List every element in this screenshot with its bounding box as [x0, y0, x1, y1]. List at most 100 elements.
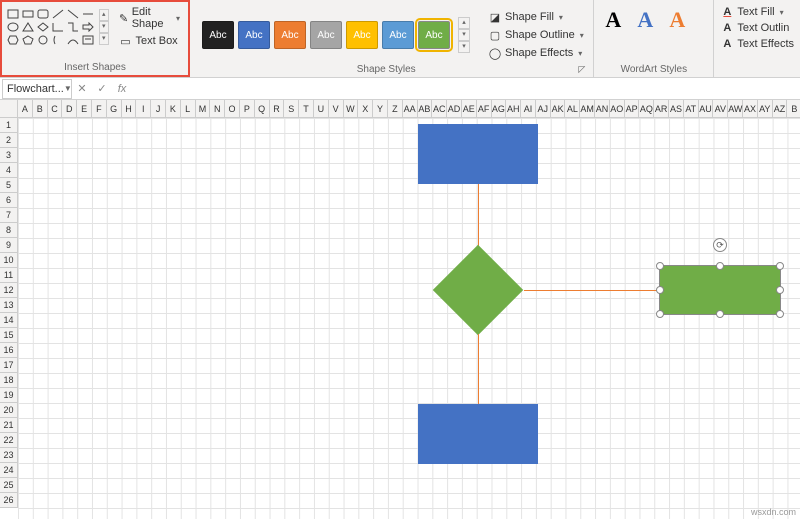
resize-handle-n[interactable] — [716, 262, 724, 270]
col-header[interactable]: AK — [551, 100, 566, 118]
col-header[interactable]: M — [196, 100, 211, 118]
col-header[interactable]: AB — [418, 100, 433, 118]
style-down-icon[interactable]: ▾ — [458, 29, 470, 41]
shape-effects-button[interactable]: ◯Shape Effects — [484, 44, 588, 62]
shape-curve-icon[interactable] — [66, 34, 80, 46]
shape-connector-icon[interactable] — [66, 21, 80, 33]
row-header[interactable]: 26 — [0, 493, 18, 508]
row-header[interactable]: 6 — [0, 193, 18, 208]
col-header[interactable]: AF — [477, 100, 492, 118]
col-header[interactable]: AI — [521, 100, 536, 118]
row-header[interactable]: 8 — [0, 223, 18, 238]
resize-handle-s[interactable] — [716, 310, 724, 318]
col-header[interactable]: AH — [506, 100, 521, 118]
col-header[interactable]: J — [151, 100, 166, 118]
row-header[interactable]: 13 — [0, 298, 18, 313]
cancel-formula-button[interactable]: ✕ — [72, 82, 92, 95]
row-header[interactable]: 20 — [0, 403, 18, 418]
shape-oval-icon[interactable] — [6, 21, 20, 33]
flowchart-process-top[interactable] — [418, 124, 538, 184]
col-header[interactable]: H — [122, 100, 137, 118]
col-header[interactable]: AL — [565, 100, 580, 118]
shape-line3-icon[interactable] — [81, 8, 95, 20]
shape-fill-button[interactable]: ◪Shape Fill — [484, 8, 588, 26]
shape-triangle-icon[interactable] — [21, 21, 35, 33]
row-header[interactable]: 9 — [0, 238, 18, 253]
shape-hex-icon[interactable] — [6, 34, 20, 46]
col-header[interactable]: AA — [403, 100, 418, 118]
col-header[interactable]: AN — [595, 100, 610, 118]
style-gallery[interactable]: AbcAbcAbcAbcAbcAbcAbc — [202, 21, 450, 49]
row-header[interactable]: 17 — [0, 358, 18, 373]
col-header[interactable]: AS — [669, 100, 684, 118]
col-header[interactable]: AX — [743, 100, 758, 118]
row-header[interactable]: 12 — [0, 283, 18, 298]
row-header[interactable]: 14 — [0, 313, 18, 328]
resize-handle-se[interactable] — [776, 310, 784, 318]
style-swatch-0[interactable]: Abc — [202, 21, 234, 49]
col-header[interactable]: B — [33, 100, 48, 118]
shape-roundrect-icon[interactable] — [36, 8, 50, 20]
flowchart-process-right[interactable]: ⟳ — [660, 266, 780, 314]
col-header[interactable]: B — [787, 100, 800, 118]
text-box-button[interactable]: ▭Text Box — [115, 32, 185, 50]
row-header[interactable]: 22 — [0, 433, 18, 448]
col-header[interactable]: AG — [492, 100, 507, 118]
wordart-gallery[interactable]: A A A — [598, 6, 692, 34]
style-gallery-scroll[interactable]: ▴ ▾ ▾ — [458, 17, 470, 53]
shape-arrowr-icon[interactable] — [81, 21, 95, 33]
col-header[interactable]: Y — [373, 100, 388, 118]
row-header[interactable]: 19 — [0, 388, 18, 403]
col-header[interactable]: A — [18, 100, 33, 118]
row-header[interactable]: 1 — [0, 118, 18, 133]
text-fill-button[interactable]: AText Fill — [718, 4, 796, 20]
col-header[interactable]: Q — [255, 100, 270, 118]
col-header[interactable]: U — [314, 100, 329, 118]
col-header[interactable]: AD — [447, 100, 462, 118]
col-header[interactable]: AV — [713, 100, 728, 118]
row-header[interactable]: 2 — [0, 133, 18, 148]
wordart-a2[interactable]: A — [630, 6, 660, 34]
shape-textrect-icon[interactable] — [81, 34, 95, 46]
shape-arrow-icon[interactable] — [51, 21, 65, 33]
formula-input[interactable] — [132, 83, 800, 95]
flowchart-process-bottom[interactable] — [418, 404, 538, 464]
row-header[interactable]: 5 — [0, 178, 18, 193]
row-header[interactable]: 25 — [0, 478, 18, 493]
text-outline-button[interactable]: AText Outlin — [718, 20, 796, 36]
style-up-icon[interactable]: ▴ — [458, 17, 470, 29]
col-header[interactable]: AY — [758, 100, 773, 118]
col-header[interactable]: X — [358, 100, 373, 118]
text-effects-button[interactable]: AText Effects — [718, 36, 796, 52]
wordart-a3[interactable]: A — [662, 6, 692, 34]
row-header[interactable]: 16 — [0, 343, 18, 358]
col-header[interactable]: P — [240, 100, 255, 118]
style-swatch-2[interactable]: Abc — [274, 21, 306, 49]
connector-1[interactable] — [478, 184, 479, 250]
style-swatch-3[interactable]: Abc — [310, 21, 342, 49]
row-header[interactable]: 4 — [0, 163, 18, 178]
col-header[interactable]: AO — [610, 100, 625, 118]
gallery-up-icon[interactable]: ▴ — [99, 9, 109, 21]
wordart-a1[interactable]: A — [598, 6, 628, 34]
select-all-corner[interactable] — [0, 100, 18, 118]
shape-brace-icon[interactable] — [51, 34, 65, 46]
row-header[interactable]: 10 — [0, 253, 18, 268]
resize-handle-ne[interactable] — [776, 262, 784, 270]
resize-handle-nw[interactable] — [656, 262, 664, 270]
shape-star-icon[interactable] — [36, 34, 50, 46]
col-header[interactable]: F — [92, 100, 107, 118]
col-header[interactable]: C — [48, 100, 63, 118]
shape-line2-icon[interactable] — [66, 8, 80, 20]
enter-formula-button[interactable]: ✓ — [92, 82, 112, 95]
col-header[interactable]: AT — [684, 100, 699, 118]
style-swatch-5[interactable]: Abc — [382, 21, 414, 49]
shape-line-icon[interactable] — [51, 8, 65, 20]
resize-handle-e[interactable] — [776, 286, 784, 294]
row-header[interactable]: 18 — [0, 373, 18, 388]
col-header[interactable]: AZ — [773, 100, 788, 118]
col-header[interactable]: E — [77, 100, 92, 118]
flowchart-decision[interactable] — [433, 245, 524, 336]
fx-button[interactable]: fx — [112, 83, 132, 95]
col-header[interactable]: G — [107, 100, 122, 118]
